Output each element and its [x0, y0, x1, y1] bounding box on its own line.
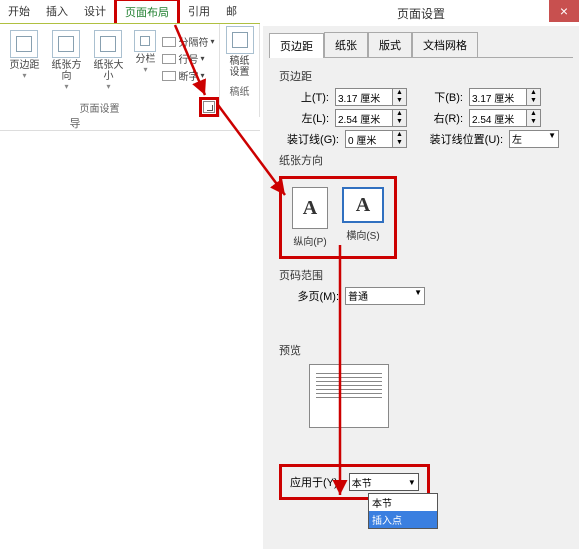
- chevron-down-icon: ▾: [143, 65, 147, 74]
- btn-breaks[interactable]: 分隔符▾: [162, 34, 214, 49]
- top-label: 上(T):: [279, 89, 329, 105]
- columns-icon: [134, 30, 156, 52]
- group-page-setup: 页边距 ▾ 纸张方向 ▾ 纸张大小 ▾ 分栏 ▾: [0, 24, 220, 117]
- page-setup-dialog: 页面设置 × 页边距 纸张 版式 文档网格 页边距 上(T): ▲▼ 下(B):…: [263, 0, 579, 549]
- btn-margins[interactable]: 页边距 ▾: [4, 28, 44, 93]
- portrait-icon: A: [292, 187, 328, 229]
- orient-landscape[interactable]: A 横向(S): [342, 187, 384, 248]
- tab-page-layout[interactable]: 页面布局: [114, 0, 180, 23]
- section-orientation: 纸张方向: [279, 152, 563, 168]
- spin-up-icon[interactable]: ▲: [393, 89, 406, 97]
- multipage-select[interactable]: 普通▼: [345, 287, 425, 305]
- btn-size[interactable]: 纸张大小 ▾: [88, 28, 128, 93]
- btn-orientation[interactable]: 纸张方向 ▾: [46, 28, 86, 93]
- tab-insert[interactable]: 插入: [38, 0, 76, 23]
- close-button[interactable]: ×: [549, 0, 579, 22]
- multipage-label: 多页(M):: [279, 288, 339, 304]
- tab-references[interactable]: 引用: [180, 0, 218, 23]
- tab-home[interactable]: 开始: [0, 0, 38, 23]
- apply-option[interactable]: 本节: [369, 494, 437, 511]
- orientation-icon: [52, 30, 80, 58]
- landscape-icon: A: [342, 187, 384, 223]
- group-label-manuscript: 稿纸: [230, 80, 250, 100]
- gutter-input[interactable]: ▲▼: [345, 130, 407, 148]
- section-margins: 页边距: [279, 68, 563, 84]
- apply-highlight: 应用于(Y): 本节 ▼ 本节 插入点: [279, 464, 430, 500]
- gutter-pos-select[interactable]: 左▼: [509, 130, 559, 148]
- chevron-down-icon: ▾: [106, 82, 110, 91]
- dlg-tab-layout[interactable]: 版式: [368, 32, 412, 57]
- dialog-launcher[interactable]: [203, 101, 215, 113]
- orient-portrait[interactable]: A 纵向(P): [292, 187, 328, 248]
- preview-thumb: [309, 364, 389, 428]
- bottom-input[interactable]: ▲▼: [469, 88, 541, 106]
- group-label-page-setup: 页面设置: [0, 97, 199, 117]
- bottom-label: 下(B):: [413, 89, 463, 105]
- dlg-tab-paper[interactable]: 纸张: [324, 32, 368, 57]
- gutter-pos-label: 装订线位置(U):: [413, 131, 503, 147]
- editor-area[interactable]: [0, 130, 260, 549]
- dlg-tab-grid[interactable]: 文档网格: [412, 32, 478, 57]
- left-input[interactable]: ▲▼: [335, 109, 407, 127]
- apply-label: 应用于(Y):: [290, 474, 341, 490]
- apply-dropdown: 本节 插入点: [368, 493, 438, 529]
- btn-hyphenation[interactable]: 断字▾: [162, 68, 214, 83]
- right-input[interactable]: ▲▼: [469, 109, 541, 127]
- dialog-title-bar: 页面设置 ×: [263, 0, 579, 26]
- chevron-down-icon: ▾: [64, 82, 68, 91]
- gutter-label: 装订线(G):: [279, 131, 339, 147]
- left-label: 左(L):: [279, 110, 329, 126]
- lineno-icon: [162, 54, 176, 64]
- btn-line-numbers[interactable]: 行号▾: [162, 51, 214, 66]
- tab-mail[interactable]: 邮: [218, 0, 245, 23]
- dlg-tab-margins[interactable]: 页边距: [269, 33, 324, 58]
- chevron-down-icon: ▼: [408, 478, 416, 487]
- section-preview: 预览: [279, 342, 563, 358]
- chevron-down-icon: ▾: [22, 71, 26, 80]
- apply-option[interactable]: 插入点: [369, 511, 437, 528]
- breaks-icon: [162, 37, 176, 47]
- size-icon: [94, 30, 122, 58]
- dialog-title: 页面设置: [397, 5, 445, 22]
- top-input[interactable]: ▲▼: [335, 88, 407, 106]
- margins-icon: [10, 30, 38, 58]
- right-label: 右(R):: [413, 110, 463, 126]
- hyphen-icon: [162, 71, 176, 81]
- dialog-body: 页边距 上(T): ▲▼ 下(B): ▲▼ 左(L): ▲▼ 右(R): ▲▼ …: [269, 57, 573, 506]
- ribbon-tabs: 开始 插入 设计 页面布局 引用 邮: [0, 0, 260, 24]
- group-manuscript: 稿纸 设置 稿纸: [220, 24, 260, 117]
- manuscript-icon: [226, 26, 254, 54]
- btn-columns[interactable]: 分栏 ▾: [130, 28, 160, 93]
- spin-down-icon[interactable]: ▼: [393, 97, 406, 105]
- apply-select[interactable]: 本节 ▼: [349, 473, 419, 491]
- tab-design[interactable]: 设计: [76, 0, 114, 23]
- btn-manuscript[interactable]: 稿纸 设置: [220, 24, 260, 80]
- small-tools: 分隔符▾ 行号▾ 断字▾: [162, 28, 214, 93]
- dialog-tabs: 页边距 纸张 版式 文档网格: [263, 26, 579, 57]
- section-pagerange: 页码范围: [279, 267, 563, 283]
- dialog-launcher-highlight: [199, 97, 219, 117]
- orientation-highlight: A 纵向(P) A 横向(S): [279, 176, 397, 259]
